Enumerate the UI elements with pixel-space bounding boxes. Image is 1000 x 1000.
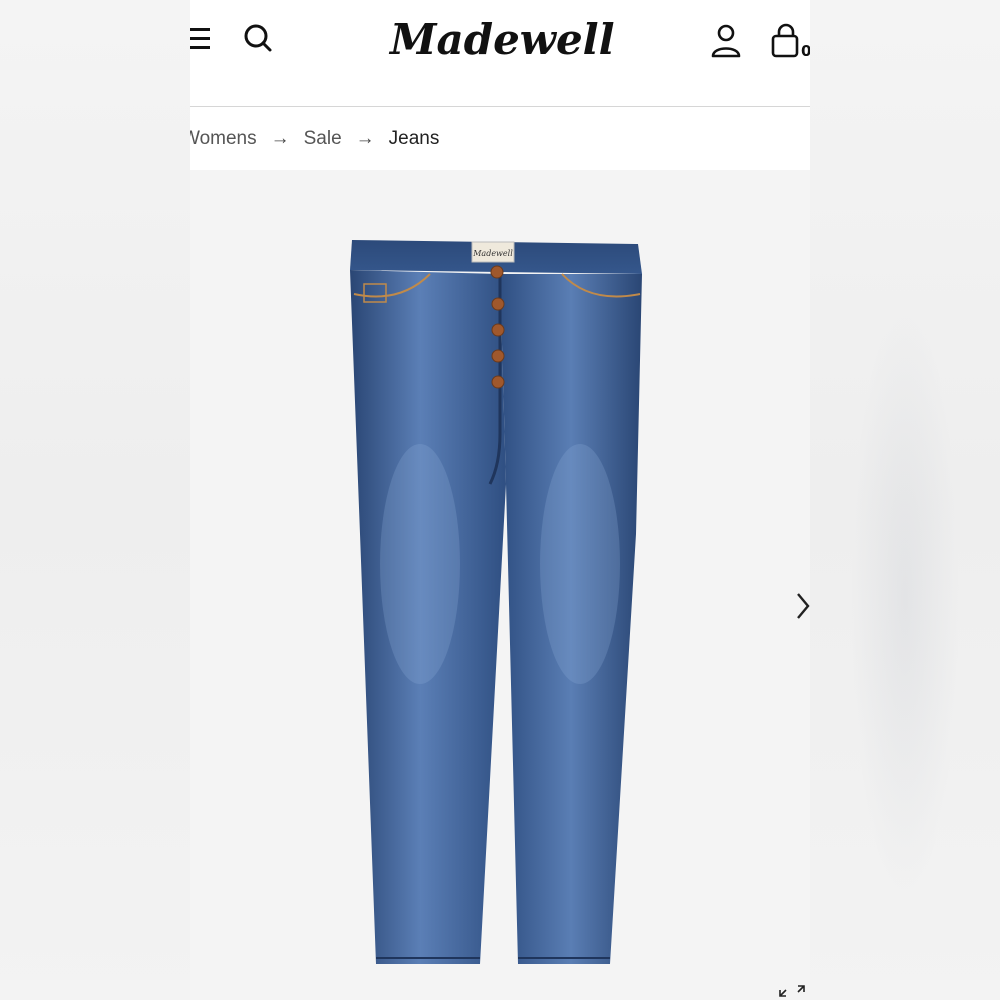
site-header: Madewell 0 bbox=[190, 0, 810, 107]
search-icon[interactable] bbox=[240, 20, 276, 56]
waistband-label: Madewell bbox=[472, 249, 513, 258]
breadcrumb-jeans: Jeans bbox=[388, 128, 440, 149]
breadcrumb: Womens → Sale → Jeans bbox=[190, 122, 439, 156]
breadcrumb-sale[interactable]: Sale bbox=[304, 128, 342, 150]
breadcrumb-womens[interactable]: Womens bbox=[190, 128, 257, 150]
product-image-area: Madewell bbox=[190, 170, 810, 1000]
background-right bbox=[810, 0, 1000, 1000]
product-page: Madewell 0 Womens → Sale → Jeans Madewel… bbox=[190, 0, 810, 1000]
bag-icon[interactable] bbox=[768, 22, 804, 62]
background-left bbox=[0, 0, 190, 1000]
brand-logo[interactable]: Madewell bbox=[390, 10, 615, 70]
bag-count-badge: 0 bbox=[801, 42, 810, 60]
expand-icon[interactable] bbox=[778, 982, 806, 1000]
breadcrumb-separator: → bbox=[270, 128, 290, 149]
breadcrumb-separator: → bbox=[355, 128, 375, 149]
menu-icon[interactable] bbox=[190, 22, 214, 56]
account-icon[interactable] bbox=[708, 22, 744, 62]
jeans-image[interactable]: Madewell bbox=[340, 234, 660, 974]
chevron-right-icon[interactable] bbox=[794, 590, 810, 622]
